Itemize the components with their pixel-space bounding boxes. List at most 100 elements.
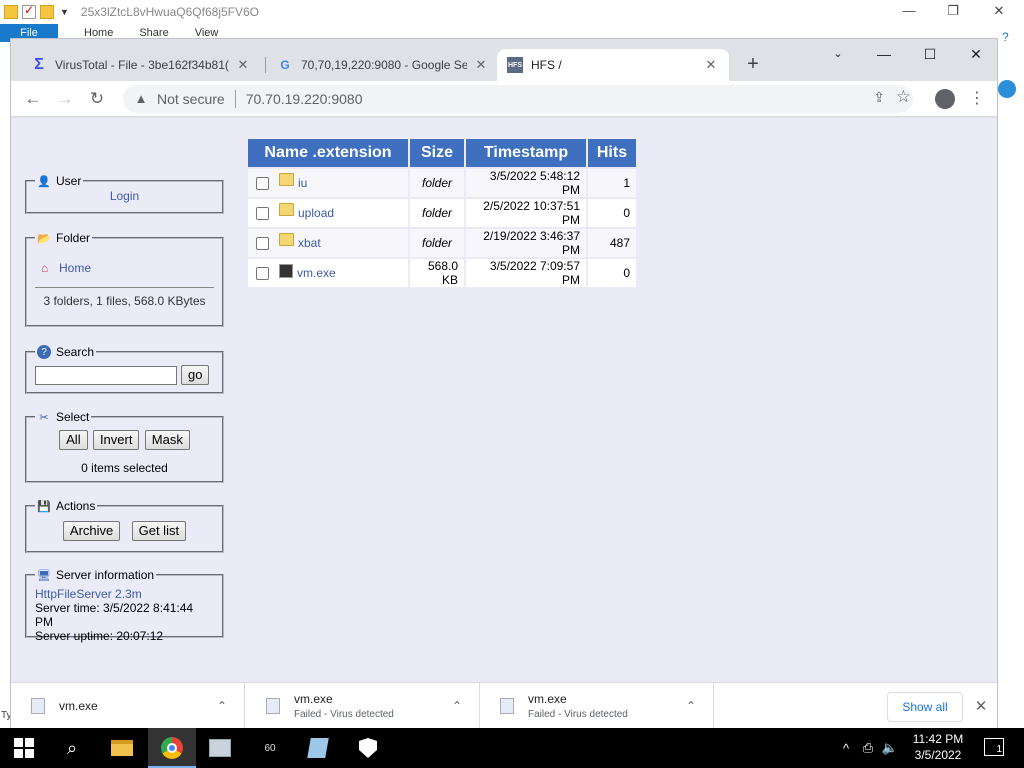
tab-search-icon[interactable]: ⌄: [815, 43, 861, 67]
folder-icon: [279, 172, 294, 186]
ribbon-home-tab[interactable]: Home: [84, 24, 113, 39]
url-text[interactable]: 70.70.19.220:9080: [246, 91, 363, 107]
file-size: 568.0 KB: [410, 259, 464, 287]
ribbon-share-tab[interactable]: Share: [139, 24, 168, 39]
select-mask-button[interactable]: Mask: [144, 430, 190, 450]
close-tab-icon[interactable]: ✕: [473, 57, 489, 73]
chevron-up-icon[interactable]: ^: [836, 741, 856, 756]
column-header-name[interactable]: Name .extension: [248, 139, 408, 167]
network-app-icon[interactable]: [208, 736, 232, 760]
file-explorer-icon[interactable]: [110, 736, 134, 760]
explorer-maximize-button[interactable]: ❐: [930, 2, 976, 22]
notepad-icon[interactable]: [306, 736, 330, 760]
chevron-up-icon[interactable]: ⌃: [447, 699, 467, 713]
search-icon[interactable]: ⌕: [60, 736, 84, 760]
network-icon[interactable]: ⎙: [858, 740, 878, 756]
share-icon[interactable]: ⇪: [873, 89, 885, 106]
close-tab-icon[interactable]: ✕: [703, 57, 719, 73]
clock[interactable]: 11:42 PM 3/5/2022: [900, 731, 976, 763]
reload-button[interactable]: ↻: [85, 87, 109, 111]
download-status: Failed - Virus detected: [528, 709, 628, 720]
download-filename: vm.exe: [528, 692, 567, 706]
close-window-button[interactable]: ✕: [953, 43, 999, 67]
row-checkbox[interactable]: [256, 176, 269, 190]
tab-title: 70,70,19,220:9080 - Google Sear: [301, 58, 467, 72]
file-size: folder: [410, 169, 464, 197]
get-list-button[interactable]: Get list: [131, 521, 187, 541]
row-checkbox[interactable]: [256, 206, 269, 220]
column-header-hits[interactable]: Hits: [588, 139, 636, 167]
file-hits: 1: [588, 169, 636, 197]
address-bar[interactable]: ▲ Not secure 70.70.19.220:9080 ⇪ ☆: [123, 85, 913, 113]
clock-date: 3/5/2022: [914, 748, 962, 762]
archive-button[interactable]: Archive: [62, 521, 121, 541]
search-input[interactable]: [35, 365, 177, 385]
file-link[interactable]: iu: [298, 176, 307, 190]
close-tab-icon[interactable]: ✕: [235, 57, 251, 73]
forward-button[interactable]: →: [53, 87, 77, 111]
home-link[interactable]: ⌂ Home: [41, 261, 214, 275]
table-row: xbat folder 2/19/2022 3:46:37 PM 487: [248, 229, 636, 257]
folder-icon[interactable]: [4, 5, 18, 19]
server-time: Server time: 3/5/2022 8:41:44 PM: [35, 601, 194, 629]
file-size: folder: [410, 199, 464, 227]
download-item[interactable]: vm.exe Failed - Virus detected ⌃: [246, 683, 480, 729]
back-button[interactable]: ←: [21, 87, 45, 111]
tab-virustotal[interactable]: Σ VirusTotal - File - 3be162f34b81( ✕: [21, 49, 261, 81]
tab-hfs[interactable]: HFS HFS / ✕: [497, 49, 729, 81]
chevron-up-icon[interactable]: ⌃: [681, 699, 701, 713]
close-download-bar-icon[interactable]: ✕: [971, 697, 991, 715]
properties-icon[interactable]: [22, 3, 36, 19]
tab-google-search[interactable]: G 70,70,19,220:9080 - Google Sear ✕: [267, 49, 499, 81]
file-icon: [31, 698, 45, 714]
table-row: iu folder 3/5/2022 5:48:12 PM 1: [248, 169, 636, 197]
bookmark-star-icon[interactable]: ☆: [896, 87, 911, 107]
column-header-timestamp[interactable]: Timestamp: [466, 139, 586, 167]
explorer-minimize-button[interactable]: —: [886, 2, 932, 22]
google-icon: G: [280, 58, 290, 72]
explorer-right-edge: ?: [998, 24, 1024, 728]
select-invert-button[interactable]: Invert: [92, 430, 140, 450]
hfs-version-link[interactable]: HttpFileServer 2.3m: [35, 587, 214, 601]
new-folder-icon[interactable]: [40, 5, 54, 19]
search-go-button[interactable]: go: [181, 365, 210, 385]
chrome-icon[interactable]: [160, 736, 184, 760]
speaker-icon[interactable]: 🔈: [880, 740, 900, 756]
start-button[interactable]: [12, 736, 36, 760]
row-checkbox[interactable]: [256, 266, 269, 280]
ribbon-view-tab[interactable]: View: [195, 24, 219, 39]
windows-logo-icon: [14, 738, 34, 758]
minimize-button[interactable]: —: [861, 43, 907, 67]
show-all-downloads-button[interactable]: Show all: [887, 692, 963, 722]
help-icon[interactable]: ?: [1002, 30, 1009, 44]
select-all-button[interactable]: All: [59, 430, 88, 450]
download-item[interactable]: vm.exe ⌃: [11, 683, 245, 729]
new-tab-button[interactable]: +: [741, 53, 765, 77]
maximize-button[interactable]: ☐: [907, 43, 953, 67]
file-link[interactable]: xbat: [298, 236, 321, 250]
file-link[interactable]: vm.exe: [297, 266, 336, 280]
tab-title: VirusTotal - File - 3be162f34b81(: [55, 58, 229, 72]
virustotal-icon: Σ: [34, 56, 44, 73]
explorer-close-button[interactable]: ✕: [976, 2, 1022, 22]
help-search-icon: ?: [37, 345, 51, 359]
home-label[interactable]: Home: [59, 261, 91, 275]
menu-kebab-icon[interactable]: ⋮: [965, 87, 989, 111]
page-viewport: 👤 User Login 📂 Folder ⌂ Home 3 folders, 1 …: [11, 118, 997, 682]
app-icon[interactable]: 60: [258, 736, 282, 760]
warning-icon[interactable]: ▲: [133, 91, 149, 107]
chevron-up-icon[interactable]: ⌃: [212, 699, 232, 713]
shield-icon[interactable]: [356, 736, 380, 760]
table-header-row: Name .extension Size Timestamp Hits: [248, 139, 636, 167]
download-item[interactable]: vm.exe Failed - Virus detected ⌃: [480, 683, 714, 729]
scissors-icon: ✂: [39, 411, 49, 424]
file-link[interactable]: upload: [298, 206, 334, 220]
table-row: vm.exe 568.0 KB 3/5/2022 7:09:57 PM 0: [248, 259, 636, 287]
row-checkbox[interactable]: [256, 236, 269, 250]
notification-center-icon[interactable]: 1: [984, 738, 1004, 756]
security-label[interactable]: Not secure: [157, 91, 225, 107]
quick-access-dropdown-icon[interactable]: ▼: [60, 7, 69, 17]
login-link[interactable]: Login: [35, 189, 214, 203]
profile-avatar-icon[interactable]: [933, 87, 957, 111]
column-header-size[interactable]: Size: [410, 139, 464, 167]
